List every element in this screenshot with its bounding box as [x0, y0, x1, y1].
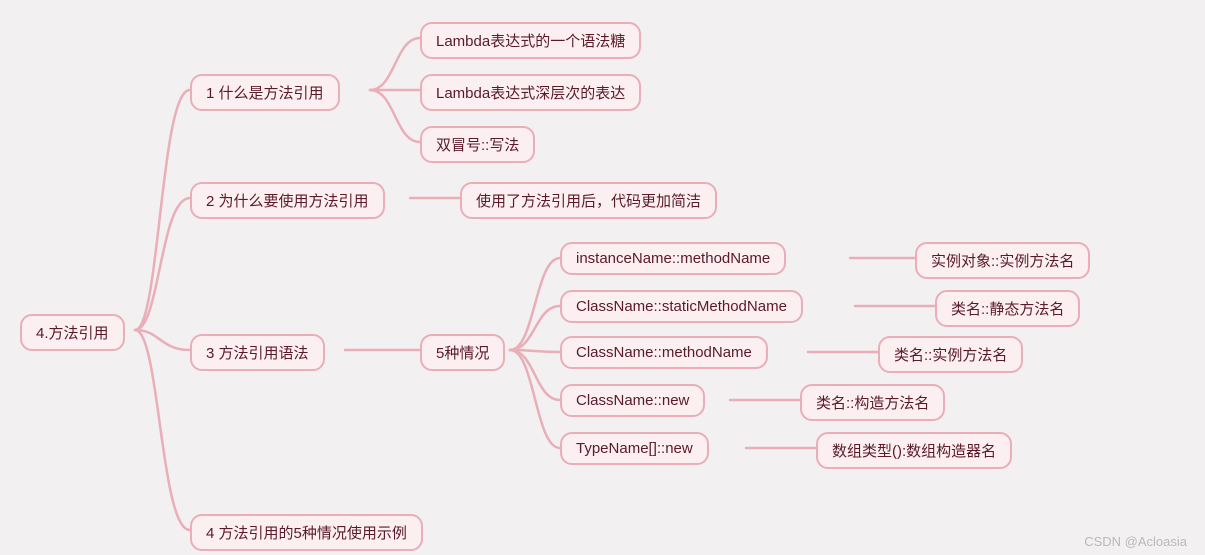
branch-1-child-1-label: Lambda表达式的一个语法糖	[436, 33, 625, 50]
case-1[interactable]: instanceName::methodName	[560, 242, 786, 275]
branch-3[interactable]: 3 方法引用语法	[190, 334, 325, 371]
case-3[interactable]: ClassName::methodName	[560, 336, 768, 369]
branch-3-label: 3 方法引用语法	[206, 345, 309, 362]
case-1-desc-label: 实例对象::实例方法名	[931, 253, 1074, 270]
branch-2[interactable]: 2 为什么要使用方法引用	[190, 182, 385, 219]
case-5-desc-label: 数组类型():数组构造器名	[832, 443, 996, 460]
branch-3-mid-label: 5种情况	[436, 345, 489, 362]
branch-2-child-1[interactable]: 使用了方法引用后，代码更加简洁	[460, 182, 717, 219]
branch-1[interactable]: 1 什么是方法引用	[190, 74, 340, 111]
branch-3-mid[interactable]: 5种情况	[420, 334, 505, 371]
branch-1-child-3-label: 双冒号::写法	[436, 137, 519, 154]
case-3-desc[interactable]: 类名::实例方法名	[878, 336, 1023, 373]
case-5[interactable]: TypeName[]::new	[560, 432, 709, 465]
branch-1-label: 1 什么是方法引用	[206, 85, 324, 102]
branch-1-child-1[interactable]: Lambda表达式的一个语法糖	[420, 22, 641, 59]
case-5-label: TypeName[]::new	[576, 440, 693, 457]
case-1-desc[interactable]: 实例对象::实例方法名	[915, 242, 1090, 279]
watermark-text: CSDN @Acloasia	[1084, 534, 1187, 549]
case-2-desc[interactable]: 类名::静态方法名	[935, 290, 1080, 327]
branch-4[interactable]: 4 方法引用的5种情况使用示例	[190, 514, 423, 551]
case-4-desc-label: 类名::构造方法名	[816, 395, 929, 412]
case-4-desc[interactable]: 类名::构造方法名	[800, 384, 945, 421]
case-2-label: ClassName::staticMethodName	[576, 298, 787, 315]
branch-2-label: 2 为什么要使用方法引用	[206, 193, 369, 210]
case-2-desc-label: 类名::静态方法名	[951, 301, 1064, 318]
root-label: 4.方法引用	[36, 325, 109, 342]
case-3-label: ClassName::methodName	[576, 344, 752, 361]
case-5-desc[interactable]: 数组类型():数组构造器名	[816, 432, 1012, 469]
case-1-label: instanceName::methodName	[576, 250, 770, 267]
branch-4-label: 4 方法引用的5种情况使用示例	[206, 525, 407, 542]
case-3-desc-label: 类名::实例方法名	[894, 347, 1007, 364]
root-node[interactable]: 4.方法引用	[20, 314, 125, 351]
branch-1-child-2[interactable]: Lambda表达式深层次的表达	[420, 74, 641, 111]
branch-1-child-2-label: Lambda表达式深层次的表达	[436, 85, 625, 102]
branch-1-child-3[interactable]: 双冒号::写法	[420, 126, 535, 163]
case-2[interactable]: ClassName::staticMethodName	[560, 290, 803, 323]
branch-2-child-1-label: 使用了方法引用后，代码更加简洁	[476, 193, 701, 210]
case-4-label: ClassName::new	[576, 392, 689, 409]
case-4[interactable]: ClassName::new	[560, 384, 705, 417]
mindmap-stage: 4.方法引用 1 什么是方法引用 Lambda表达式的一个语法糖 Lambda表…	[0, 0, 1205, 555]
